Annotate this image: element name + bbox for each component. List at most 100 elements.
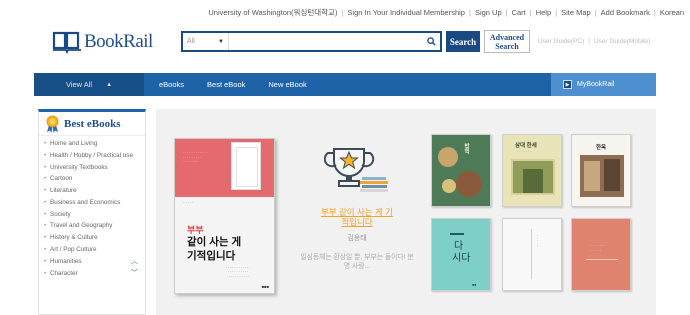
featured-title-line-1: 부부 같이 사는 게 기: [320, 207, 393, 217]
category-item[interactable]: Home and Living: [39, 140, 145, 148]
cover-author: · · · · ·: [183, 201, 194, 205]
door-illustration: [231, 142, 261, 190]
food-photo: [438, 147, 458, 167]
divider: |: [529, 8, 532, 17]
language-link[interactable]: Korean: [660, 8, 684, 17]
search-input[interactable]: [229, 33, 422, 50]
cover-line: [450, 233, 464, 235]
advanced-search-label-1: Advanced: [489, 32, 525, 42]
category-list: Home and Living Health / Hobby / Practic…: [39, 136, 145, 277]
nav-best-ebook[interactable]: Best eBook: [207, 80, 245, 89]
book-cover[interactable]: · · · · ·: [502, 218, 562, 291]
divider: |: [594, 8, 597, 17]
cover-art: · · · · · · · · · · · · · · · · · · · · ·…: [175, 139, 274, 197]
category-item[interactable]: Business and Economics: [39, 199, 145, 207]
category-item[interactable]: Health / Hobby / Practical use: [39, 152, 145, 160]
best-ebooks-header: Best eBooks: [39, 112, 145, 136]
category-label: History & Culture: [50, 234, 98, 242]
divider: |: [468, 8, 471, 17]
chevron-up-icon[interactable]: ︿: [131, 258, 138, 266]
user-guide-mobile-link[interactable]: User Guide(Mobile): [594, 38, 650, 45]
user-guide-pc-link[interactable]: User Guide(PC): [538, 38, 584, 45]
category-item[interactable]: Humanities ︿: [39, 258, 145, 266]
book-title-line-2: 시다: [452, 253, 471, 264]
my-bookrail-label: MyBookRail: [577, 81, 615, 88]
category-label: Health / Hobby / Practical use: [50, 151, 133, 159]
cart-link[interactable]: Cart: [512, 8, 526, 17]
book-cover[interactable]: 한옥: [571, 134, 631, 207]
cover-publisher: ■■■: [261, 284, 269, 289]
book-title: 삼대 한세: [515, 143, 537, 149]
main-nav: View All ▲ eBooks Best eBook New eBook ▶…: [34, 73, 656, 96]
cover-photo-detail: [523, 169, 543, 193]
featured-book-cover[interactable]: · · · · · · · · · · · · · · · · · · · · ·…: [174, 138, 275, 294]
add-bookmark-link[interactable]: Add Bookmark: [601, 8, 650, 17]
category-item[interactable]: Character ﹀: [39, 270, 145, 278]
category-item[interactable]: Literature: [39, 187, 145, 195]
category-label: Art / Pop Culture: [50, 246, 97, 254]
institution-link[interactable]: University of Washington(워싱턴대학교): [208, 7, 337, 18]
cover-line: [586, 259, 618, 260]
cover-fine-text: · · · · · · · · · · · · · · · · · · · · ·…: [183, 151, 208, 164]
cover-bg: [503, 219, 561, 290]
nav-ebooks[interactable]: eBooks: [159, 80, 184, 89]
medal-icon: [46, 115, 59, 133]
book-cover[interactable]: 밥먹: [431, 134, 491, 207]
book-cover[interactable]: 다 시다 ■■: [431, 218, 491, 291]
trophy-icon: [324, 148, 388, 192]
divider: |: [341, 8, 344, 17]
sign-in-link[interactable]: Sign In Your Individual Membership: [347, 8, 465, 17]
category-item[interactable]: Cartoon: [39, 175, 145, 183]
book-cover[interactable]: 삼대 한세 · · · · · · ·: [502, 134, 562, 207]
category-label: Character: [50, 269, 78, 277]
category-item[interactable]: University Textbooks: [39, 164, 145, 172]
divider: |: [505, 8, 508, 17]
category-item[interactable]: History & Culture: [39, 234, 145, 242]
category-item[interactable]: Travel and Geography: [39, 222, 145, 230]
book-cover[interactable]: · · · · · · · · · · · ·: [571, 218, 631, 291]
category-label: Business and Economics: [50, 198, 121, 206]
sign-up-link[interactable]: Sign Up: [475, 8, 502, 17]
cover-title-line-1: 같이 사는 게: [187, 236, 242, 248]
site-map-link[interactable]: Site Map: [561, 8, 591, 17]
my-bookrail-button[interactable]: ▶ MyBookRail: [551, 73, 656, 96]
search-scope-select[interactable]: All ▼: [183, 33, 229, 50]
bookrail-home: University of Washington(워싱턴대학교) | Sign …: [0, 0, 690, 315]
bookrail-logo[interactable]: BookRail: [52, 30, 153, 54]
advanced-search-button[interactable]: Advanced Search: [484, 30, 530, 53]
category-label: University Textbooks: [50, 163, 108, 171]
book-spine-text: · · · · ·: [535, 235, 540, 247]
view-all-label: View All: [65, 80, 93, 89]
featured-book-title[interactable]: 부부 같이 사는 게 기 적입니다: [302, 207, 412, 227]
search-button[interactable]: Search: [446, 31, 480, 52]
book-title: 밥먹: [463, 143, 469, 154]
book-subtitle: · · · · · · ·: [517, 150, 531, 154]
help-link[interactable]: Help: [536, 8, 551, 17]
search-icon[interactable]: [422, 37, 440, 46]
divider: |: [555, 8, 558, 17]
view-all-menu[interactable]: View All ▲: [34, 73, 144, 96]
chevron-down-icon[interactable]: ﹀: [131, 270, 138, 278]
category-label: Literature: [50, 187, 77, 195]
caret-up-icon: ▲: [106, 81, 113, 88]
play-icon: ▶: [563, 80, 572, 89]
food-photo: [442, 179, 456, 193]
logo-text: BookRail: [84, 31, 153, 52]
cover-photo-detail: [604, 159, 620, 191]
cover-title-line-2: 기적입니다: [187, 250, 236, 262]
category-label: Humanities: [50, 257, 82, 265]
category-item[interactable]: Society: [39, 211, 145, 219]
category-label: Society: [50, 210, 71, 218]
utility-nav: University of Washington(워싱턴대학교) | Sign …: [208, 7, 684, 18]
best-ebooks-sidebar: Best eBooks Home and Living Health / Hob…: [38, 109, 146, 315]
category-item[interactable]: Art / Pop Culture: [39, 246, 145, 254]
book-title: 한옥: [596, 145, 607, 151]
book-publisher: ■■: [472, 283, 477, 287]
caret-down-icon: ▼: [218, 38, 224, 45]
guide-links: User Guide(PC) | User Guide(Mobile): [538, 38, 650, 45]
food-photo: [456, 171, 482, 197]
nav-new-ebook[interactable]: New eBook: [268, 80, 306, 89]
featured-book-description: 일심동체는 환상일 뿐, 부부는 둘이다! 분명 사랑...: [300, 254, 414, 270]
search-scope-value: All: [187, 38, 195, 45]
cover-line: [531, 229, 532, 279]
